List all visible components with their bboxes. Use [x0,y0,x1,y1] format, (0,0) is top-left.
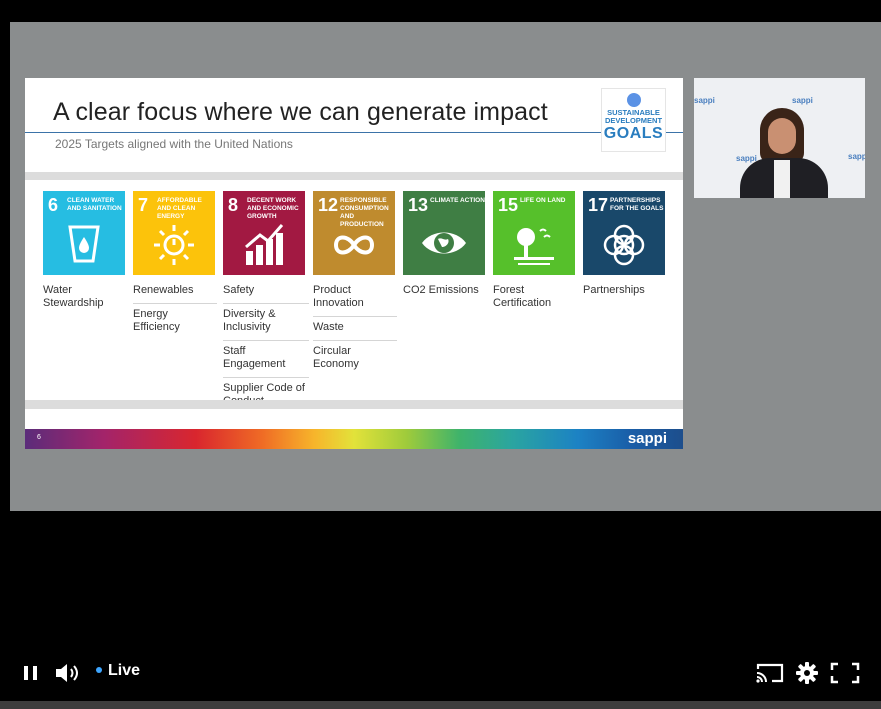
sun-power-icon [154,225,194,265]
sdg-goal-15: 15 Life on land [493,191,575,275]
goal-number: 15 [498,195,519,215]
goal-number: 13 [408,195,429,215]
backdrop-watermark: sappi [694,96,715,105]
goal-title: Affordable and clean energy [157,197,202,220]
title-divider [25,132,683,133]
goal-7-targets: Renewables Energy Efficiency [133,284,217,340]
sdg-logo: SUSTAINABLE DEVELOPMENT GOALS [601,88,666,152]
target-item: Product Innovation [313,284,364,309]
goal-title: Clean water and sanitation [67,197,122,212]
live-indicator: Live [96,662,140,680]
goal-number: 17 [588,195,609,215]
target-item: Energy Efficiency [133,303,217,340]
left-edge [0,0,10,511]
target-item: Safety [223,284,255,296]
goal-15-targets: Forest Certification [493,284,577,316]
live-label: Live [108,662,141,679]
sdg-goal-7: 7 Affordable and clean energy [133,191,215,275]
sdg-goal-12: 12 Responsible consumption and productio… [313,191,395,275]
sdg-goal-6: 6 Clean water and sanitation [43,191,125,275]
top-bar [0,0,881,22]
volume-icon[interactable] [54,662,84,684]
sdg-goal-17: 17 Partnerships for the goals [583,191,665,275]
upper-band [25,172,683,180]
goal-number: 12 [318,195,339,215]
target-item: Diversity & Inclusivity [223,303,309,340]
backdrop-watermark: sappi [792,96,813,105]
target-item: Partnerships [583,284,645,296]
speaker-shirt [774,160,790,198]
lower-band [25,400,683,409]
sdg-goal-8: 8 Decent work and economic growth [223,191,305,275]
goal-8-targets: Safety Diversity & Inclusivity Staff Eng… [223,284,309,414]
pause-icon[interactable] [22,663,40,683]
sappi-logo: sappi [627,430,667,447]
goal-title: Climate action [430,197,485,204]
slide-subtitle: 2025 Targets aligned with the United Nat… [55,137,293,151]
target-item: Staff Engagement [223,340,309,377]
goal-title: Decent work and economic growth [247,197,299,220]
slide-title: A clear focus where we can generate impa… [53,98,548,126]
goal-title: Partnerships for the goals [610,197,664,212]
un-emblem-icon [626,93,641,107]
water-glass-icon [68,225,100,263]
backdrop-watermark: sappi [848,152,865,161]
goal-17-targets: Partnerships [583,284,667,303]
goal-number: 8 [228,195,239,215]
partnership-rings-icon [603,224,645,266]
target-item: CO2 Emissions [403,284,479,296]
slide-page-number: 6 [37,434,41,441]
goal-number: 6 [48,195,59,215]
live-dot-icon [96,666,102,673]
sdg-logo-line3: GOALS [603,125,664,142]
goal-number: 7 [138,195,149,215]
slide-footer: 6 sappi [25,429,683,449]
target-item: Waste [313,316,397,340]
player-controls: Live [0,645,881,701]
goal-title: Life on land [520,197,566,204]
target-item: Renewables [133,284,194,296]
speaker-face [768,118,796,154]
target-item: Forest Certification [493,284,552,309]
presentation-slide: A clear focus where we can generate impa… [25,78,683,449]
fullscreen-icon[interactable] [830,662,860,684]
infinity-loop-icon [333,235,375,255]
tree-land-icon [514,228,554,265]
sdg-goal-13: 13 Climate action [403,191,485,275]
growth-chart-icon [245,224,284,265]
sdg-logo-line2: DEVELOPMENT [604,116,663,125]
gear-icon[interactable] [795,661,819,685]
goal-6-targets: Water Stewardship [43,284,125,316]
eye-globe-icon [422,232,466,254]
cast-icon[interactable] [754,661,786,685]
target-item: Water Stewardship [43,284,104,309]
target-item: Circular Economy [313,340,397,377]
bottom-edge [0,701,881,709]
speaker-video: sappi sappi sappi sappi [694,78,865,198]
goal-12-targets: Product Innovation Waste Circular Econom… [313,284,397,377]
goal-13-targets: CO2 Emissions [403,284,487,303]
